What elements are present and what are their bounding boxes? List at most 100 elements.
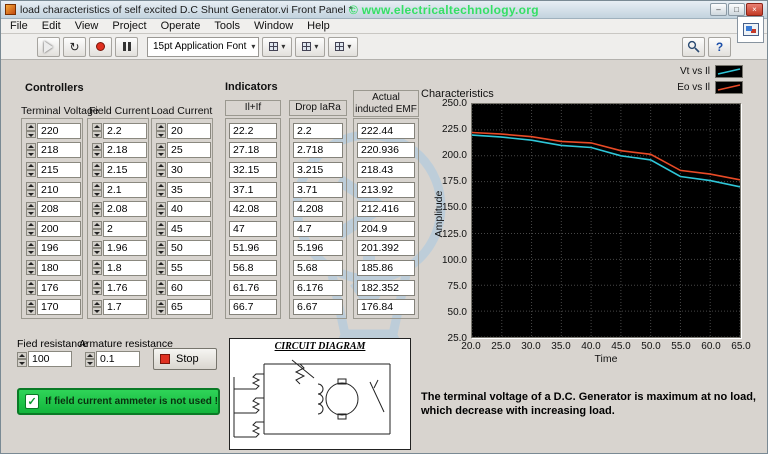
decrement-icon[interactable] <box>92 130 102 139</box>
numeric-spinner[interactable] <box>156 162 166 178</box>
decrement-icon[interactable] <box>156 228 166 237</box>
menu-operate[interactable]: Operate <box>154 19 208 34</box>
decrement-icon[interactable] <box>156 189 166 198</box>
numeric-spinner[interactable] <box>26 142 36 158</box>
numeric-spinner[interactable] <box>92 280 102 296</box>
numeric-spinner[interactable] <box>26 260 36 276</box>
pause-button[interactable] <box>115 36 138 57</box>
increment-icon[interactable] <box>26 260 36 268</box>
numeric-value-field[interactable]: 50 <box>167 240 211 257</box>
numeric-value-field[interactable]: 2.1 <box>103 181 147 198</box>
numeric-spinner[interactable] <box>92 182 102 198</box>
decrement-icon[interactable] <box>26 169 36 178</box>
minimize-button[interactable]: – <box>710 3 727 16</box>
numeric-value-field[interactable]: 1.8 <box>103 259 147 276</box>
increment-icon[interactable] <box>156 182 166 190</box>
numeric-value-field[interactable]: 208 <box>37 201 81 218</box>
numeric-spinner[interactable] <box>156 280 166 296</box>
numeric-value-field[interactable]: 2.15 <box>103 161 147 178</box>
numeric-value-field[interactable]: 215 <box>37 161 81 178</box>
numeric-value-field[interactable]: 200 <box>37 220 81 237</box>
numeric-value-field[interactable]: 2 <box>103 220 147 237</box>
align-objects-dropdown[interactable]: ▾ <box>262 36 293 57</box>
numeric-value-field[interactable]: 176 <box>37 279 81 296</box>
increment-icon[interactable] <box>26 201 36 210</box>
increment-icon[interactable] <box>26 299 36 308</box>
maximize-button[interactable]: □ <box>728 3 745 16</box>
decrement-icon[interactable] <box>26 150 36 158</box>
increment-icon[interactable] <box>17 351 27 359</box>
increment-icon[interactable] <box>92 260 102 268</box>
run-continuous-button[interactable]: ↻ <box>63 36 86 57</box>
menu-view[interactable]: View <box>68 19 106 34</box>
legend-item[interactable]: Vt vs Il <box>680 65 743 78</box>
help-button[interactable]: ? <box>708 36 731 57</box>
increment-icon[interactable] <box>26 182 36 190</box>
increment-icon[interactable] <box>156 162 166 170</box>
numeric-spinner[interactable] <box>26 240 36 256</box>
numeric-value-field[interactable]: 1.96 <box>103 240 147 257</box>
numeric-spinner[interactable] <box>156 240 166 256</box>
numeric-value-field[interactable]: 35 <box>167 181 211 198</box>
numeric-value-field[interactable]: 218 <box>37 142 81 159</box>
numeric-spinner[interactable] <box>92 240 102 256</box>
numeric-value-field[interactable]: 65 <box>167 299 211 316</box>
numeric-spinner[interactable] <box>26 221 36 237</box>
vi-icon[interactable] <box>737 16 764 43</box>
decrement-icon[interactable] <box>92 307 102 315</box>
numeric-spinner[interactable] <box>26 162 36 178</box>
numeric-spinner[interactable] <box>26 280 36 296</box>
numeric-value-field[interactable]: 1.76 <box>103 279 147 296</box>
armature-resistance-value[interactable]: 0.1 <box>96 351 140 367</box>
decrement-icon[interactable] <box>26 130 36 139</box>
run-button[interactable] <box>37 36 60 57</box>
menu-project[interactable]: Project <box>105 19 153 34</box>
numeric-value-field[interactable]: 2.18 <box>103 142 147 159</box>
numeric-value-field[interactable]: 25 <box>167 142 211 159</box>
numeric-value-field[interactable]: 45 <box>167 220 211 237</box>
decrement-icon[interactable] <box>92 248 102 256</box>
decrement-icon[interactable] <box>156 169 166 178</box>
menu-tools[interactable]: Tools <box>207 19 247 34</box>
menu-edit[interactable]: Edit <box>35 19 68 34</box>
numeric-spinner[interactable] <box>26 201 36 217</box>
decrement-icon[interactable] <box>26 267 36 276</box>
numeric-value-field[interactable]: 40 <box>167 201 211 218</box>
increment-icon[interactable] <box>85 351 95 359</box>
increment-icon[interactable] <box>156 201 166 210</box>
increment-icon[interactable] <box>26 280 36 288</box>
decrement-icon[interactable] <box>156 287 166 296</box>
numeric-spinner[interactable] <box>26 123 36 139</box>
decrement-icon[interactable] <box>92 189 102 198</box>
field-resistance-value[interactable]: 100 <box>28 351 72 367</box>
numeric-spinner[interactable] <box>85 351 95 367</box>
numeric-spinner[interactable] <box>156 182 166 198</box>
increment-icon[interactable] <box>26 142 36 151</box>
numeric-spinner[interactable] <box>156 260 166 276</box>
numeric-spinner[interactable] <box>17 351 27 367</box>
numeric-spinner[interactable] <box>92 221 102 237</box>
menu-file[interactable]: File <box>3 19 35 34</box>
decrement-icon[interactable] <box>92 209 102 217</box>
increment-icon[interactable] <box>92 201 102 210</box>
decrement-icon[interactable] <box>85 359 95 367</box>
decrement-icon[interactable] <box>156 248 166 256</box>
numeric-spinner[interactable] <box>92 162 102 178</box>
decrement-icon[interactable] <box>26 287 36 296</box>
numeric-spinner[interactable] <box>156 142 166 158</box>
increment-icon[interactable] <box>92 142 102 151</box>
increment-icon[interactable] <box>92 162 102 170</box>
decrement-icon[interactable] <box>26 228 36 237</box>
menu-window[interactable]: Window <box>247 19 300 34</box>
numeric-value-field[interactable]: 60 <box>167 279 211 296</box>
abort-button[interactable] <box>89 36 112 57</box>
numeric-value-field[interactable]: 30 <box>167 161 211 178</box>
increment-icon[interactable] <box>92 299 102 308</box>
numeric-spinner[interactable] <box>156 201 166 217</box>
numeric-value-field[interactable]: 196 <box>37 240 81 257</box>
decrement-icon[interactable] <box>156 307 166 315</box>
stop-button[interactable]: Stop <box>153 348 217 370</box>
increment-icon[interactable] <box>26 240 36 249</box>
decrement-icon[interactable] <box>156 150 166 158</box>
numeric-spinner[interactable] <box>26 182 36 198</box>
